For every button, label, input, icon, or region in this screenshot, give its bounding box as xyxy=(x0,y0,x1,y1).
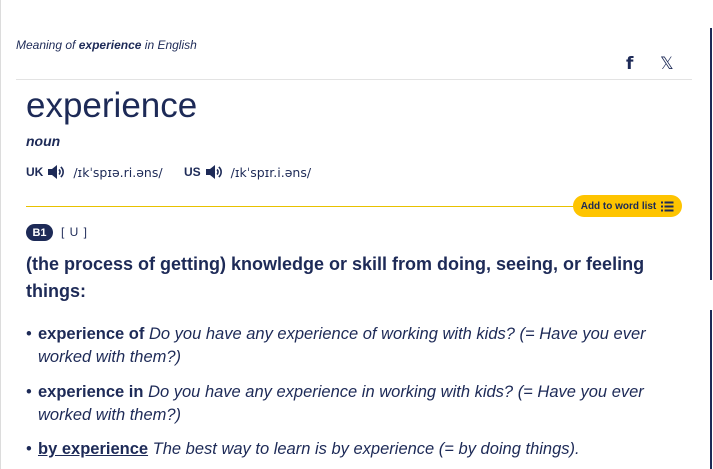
speaker-icon[interactable] xyxy=(205,164,223,180)
example-item: • experience of Do you have any experien… xyxy=(26,323,646,369)
breadcrumb-word: experience xyxy=(78,38,142,52)
region-label-uk: UK xyxy=(26,165,44,179)
lexical-unit: experience in xyxy=(38,383,144,401)
lexical-unit-link[interactable]: by experience xyxy=(38,440,148,458)
breadcrumb-prefix: Meaning of xyxy=(16,38,76,52)
sense-divider xyxy=(26,206,586,207)
ipa-us: /ɪkˈspɪr.i.əns/ xyxy=(230,164,312,180)
divider xyxy=(16,79,692,80)
part-of-speech: noun xyxy=(26,133,61,149)
pronunciation-uk: UK /ɪkˈspɪə.ri.əns/ xyxy=(26,164,163,180)
example-sentence: The best way to learn is by experience (… xyxy=(152,440,580,458)
facebook-icon[interactable]: f xyxy=(626,54,633,74)
ipa-uk: /ɪkˈspɪə.ri.əns/ xyxy=(73,164,163,180)
headword: experience xyxy=(26,86,198,125)
add-to-word-list-button[interactable]: Add to word list xyxy=(573,195,682,217)
speaker-icon[interactable] xyxy=(47,164,65,180)
bullet: • xyxy=(26,325,32,343)
right-border xyxy=(710,310,712,469)
lexical-unit: experience of xyxy=(38,325,145,343)
example-item: • by experience The best way to learn is… xyxy=(26,438,646,461)
bullet: • xyxy=(26,440,32,458)
left-border xyxy=(0,0,1,469)
add-to-word-list-label: Add to word list xyxy=(580,200,657,212)
breadcrumb: Meaning of experience in English xyxy=(16,38,197,52)
list-icon xyxy=(661,201,674,211)
example-item: • experience in Do you have any experien… xyxy=(26,381,646,427)
right-border xyxy=(710,28,712,280)
breadcrumb-suffix: in English xyxy=(144,38,197,52)
definition: (the process of getting) knowledge or sk… xyxy=(26,254,645,301)
region-label-us: US xyxy=(184,165,201,179)
x-twitter-icon[interactable]: 𝕏 xyxy=(660,54,674,74)
pronunciation-us: US /ɪkˈspɪr.i.əns/ xyxy=(184,164,311,180)
bullet: • xyxy=(26,383,32,401)
grammar-code: [ U ] xyxy=(61,225,89,239)
level-badge: B1 xyxy=(26,224,53,241)
